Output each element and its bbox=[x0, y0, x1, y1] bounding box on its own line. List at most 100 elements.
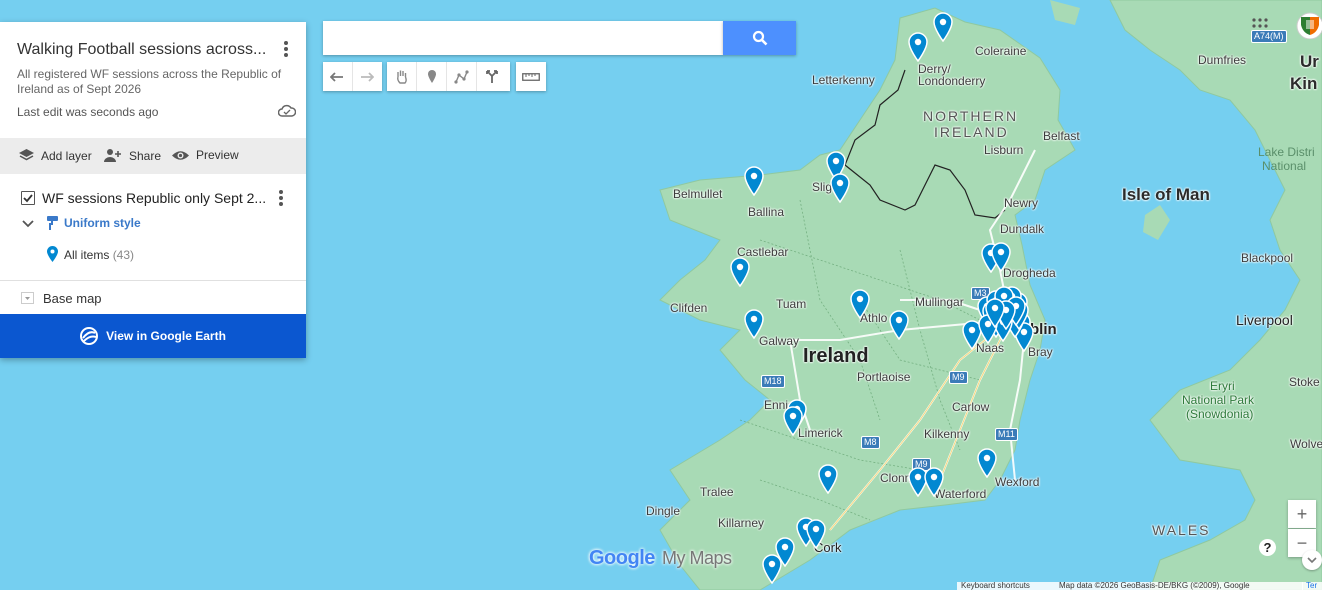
avatar[interactable] bbox=[1295, 11, 1322, 39]
search-button[interactable] bbox=[723, 21, 796, 55]
label-blackpool: Blackpool bbox=[1241, 251, 1294, 265]
add-directions-button[interactable] bbox=[477, 62, 507, 91]
add-marker-button[interactable] bbox=[417, 62, 447, 91]
hand-icon bbox=[396, 70, 407, 84]
map-marker[interactable] bbox=[976, 448, 998, 479]
preview-label: Preview bbox=[196, 148, 239, 162]
keyboard-shortcuts-link[interactable]: Keyboard shortcuts bbox=[957, 582, 1055, 590]
road-shield: A74(M) bbox=[1251, 30, 1287, 43]
preview-button[interactable]: Preview bbox=[171, 148, 239, 162]
ruler-icon bbox=[522, 72, 540, 81]
base-map-dropdown-icon[interactable] bbox=[21, 292, 34, 304]
label-northern-ireland-2: IRELAND bbox=[934, 124, 1009, 140]
label-lake-district-1: Lake Distri bbox=[1258, 145, 1315, 159]
help-icon[interactable]: ? bbox=[1259, 539, 1276, 556]
measure-button[interactable] bbox=[516, 62, 546, 91]
map-description[interactable]: All registered WF sessions across the Re… bbox=[17, 67, 297, 97]
chevron-down-icon[interactable] bbox=[21, 216, 35, 234]
share-label: Share bbox=[129, 148, 162, 163]
layer-options-icon[interactable] bbox=[279, 189, 285, 207]
last-edit-status: Last edit was seconds ago bbox=[17, 105, 159, 119]
zoom-in-button[interactable]: + bbox=[1288, 500, 1316, 528]
checkmark-icon bbox=[23, 194, 33, 203]
label-coleraine: Coleraine bbox=[975, 44, 1027, 58]
map-marker[interactable] bbox=[782, 406, 804, 437]
all-items-row[interactable]: All items (43) bbox=[64, 248, 134, 262]
map-title[interactable]: Walking Football sessions across... bbox=[17, 41, 277, 59]
map-marker[interactable] bbox=[817, 464, 839, 495]
apps-grid-icon[interactable] bbox=[1251, 17, 1269, 31]
label-dundalk: Dundalk bbox=[1000, 222, 1045, 236]
map-marker[interactable] bbox=[743, 309, 765, 340]
label-uk-1: Ur bbox=[1300, 52, 1319, 71]
map-marker[interactable] bbox=[743, 166, 765, 197]
label-derry-2: Londonderry bbox=[918, 74, 986, 88]
map-marker[interactable] bbox=[729, 257, 751, 288]
label-letterkenny: Letterkenny bbox=[812, 73, 875, 87]
draw-line-button[interactable] bbox=[447, 62, 477, 91]
select-items-button[interactable] bbox=[387, 62, 417, 91]
marker-icon bbox=[46, 245, 59, 268]
label-newry: Newry bbox=[1004, 196, 1039, 210]
map-marker[interactable] bbox=[932, 12, 954, 43]
terms-link[interactable]: Ter bbox=[1302, 582, 1322, 590]
base-map-label[interactable]: Base map bbox=[43, 291, 102, 306]
google-my-maps-logo: Google My Maps bbox=[589, 547, 732, 570]
label-tralee: Tralee bbox=[700, 485, 734, 499]
search-input[interactable] bbox=[323, 21, 723, 55]
label-belmullet: Belmullet bbox=[673, 187, 723, 201]
google-earth-label: View in Google Earth bbox=[106, 329, 226, 343]
map-marker[interactable] bbox=[923, 467, 945, 498]
label-northern-ireland-1: NORTHERN bbox=[923, 108, 1019, 124]
map-marker[interactable] bbox=[990, 242, 1012, 273]
view-in-google-earth-button[interactable]: View in Google Earth bbox=[0, 314, 306, 358]
road-shield: M9 bbox=[949, 371, 968, 384]
label-eryri-2: National Park bbox=[1182, 393, 1255, 407]
map-options-icon[interactable] bbox=[284, 40, 290, 58]
map-marker[interactable] bbox=[984, 298, 1006, 329]
all-items-label: All items bbox=[64, 248, 110, 262]
label-liverpool: Liverpool bbox=[1236, 312, 1293, 328]
style-link[interactable]: Uniform style bbox=[64, 216, 141, 230]
add-person-icon bbox=[104, 149, 121, 162]
directions-icon bbox=[486, 70, 498, 83]
all-items-count: (43) bbox=[112, 248, 135, 262]
redo-button[interactable] bbox=[353, 62, 382, 91]
map-marker[interactable] bbox=[805, 519, 827, 550]
road-shield: M8 bbox=[861, 436, 880, 449]
map-marker[interactable] bbox=[761, 554, 783, 585]
layer-title[interactable]: WF sessions Republic only Sept 2... bbox=[42, 190, 270, 206]
map-attribution: Map data ©2026 GeoBasis-DE/BKG (©2009), … bbox=[1055, 582, 1303, 590]
share-button[interactable]: Share bbox=[103, 148, 161, 163]
label-stoke: Stoke bbox=[1289, 375, 1320, 389]
map-marker[interactable] bbox=[907, 32, 929, 63]
layer-visibility-checkbox[interactable] bbox=[21, 191, 35, 205]
google-logo-text: Google bbox=[589, 547, 655, 569]
redo-icon bbox=[361, 71, 375, 82]
cloud-saved-icon bbox=[277, 104, 297, 123]
label-wales: WALES bbox=[1152, 522, 1211, 538]
label-kilkenny: Kilkenny bbox=[924, 427, 970, 441]
chevron-down-icon[interactable] bbox=[1302, 550, 1322, 570]
my-maps-logo-text: My Maps bbox=[661, 548, 732, 568]
label-belfast: Belfast bbox=[1043, 129, 1080, 143]
label-ballina: Ballina bbox=[748, 205, 785, 219]
measure-toolbar bbox=[516, 62, 546, 91]
label-dingle: Dingle bbox=[646, 504, 681, 518]
add-layer-button[interactable]: Add layer bbox=[18, 148, 92, 163]
label-eryri-1: Eryri bbox=[1210, 379, 1235, 393]
undo-button[interactable] bbox=[323, 62, 353, 91]
map-marker[interactable] bbox=[888, 310, 910, 341]
drawing-toolbar bbox=[387, 62, 510, 91]
label-uk-2: Kin bbox=[1290, 74, 1318, 93]
label-mullingar: Mullingar bbox=[915, 295, 964, 309]
map-marker[interactable] bbox=[829, 173, 851, 204]
label-ireland: Ireland bbox=[803, 345, 869, 367]
label-lisburn: Lisburn bbox=[984, 143, 1024, 157]
label-wexford: Wexford bbox=[995, 475, 1040, 489]
marker-icon bbox=[427, 70, 436, 83]
map-marker[interactable] bbox=[849, 289, 871, 320]
label-tuam: Tuam bbox=[776, 297, 807, 311]
panel-actions-bar: Add layer Share Preview bbox=[0, 138, 306, 174]
eye-icon bbox=[172, 150, 189, 160]
